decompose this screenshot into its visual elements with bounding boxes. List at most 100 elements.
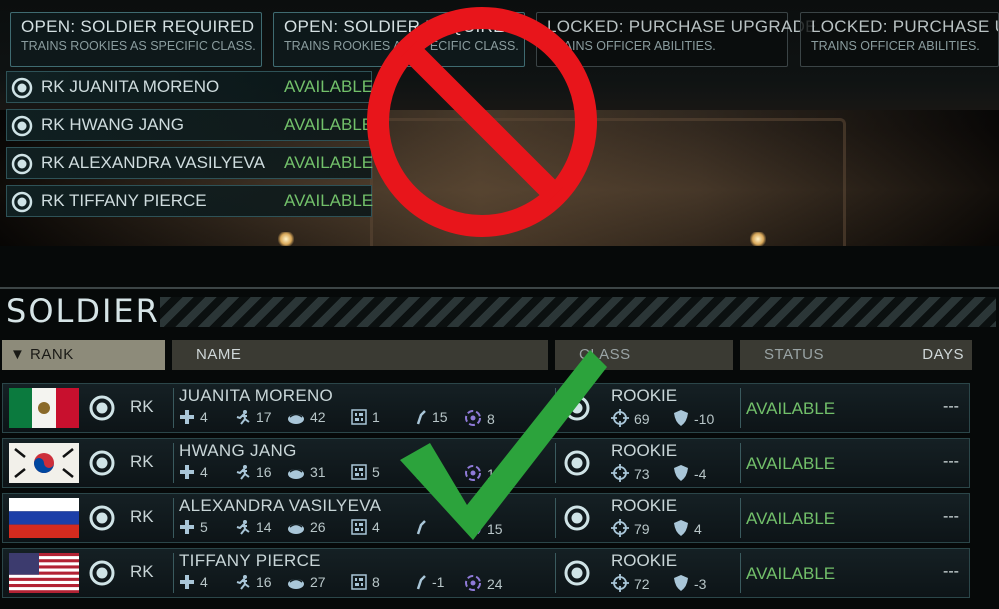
- soldiers-title: SOLDIERS: [6, 292, 183, 330]
- soldier-picker-name: RK HWANG JANG: [41, 115, 184, 134]
- hack-icon: [351, 464, 372, 480]
- soldier-name: HWANG JANG: [179, 441, 297, 460]
- rookie-rank-icon: [88, 504, 116, 537]
- hack-stat: 8: [351, 574, 380, 590]
- aim-value: 79: [634, 521, 650, 537]
- column-divider: [740, 443, 741, 483]
- will-icon: [287, 464, 310, 480]
- aim-stat: 73: [611, 464, 650, 482]
- soldier-picker-item[interactable]: RK HWANG JANG AVAILABLE: [6, 109, 374, 141]
- rookie-class-icon: [563, 559, 591, 592]
- medkit-icon: [179, 464, 200, 480]
- column-divider: [173, 443, 174, 483]
- aim-stat: 79: [611, 519, 650, 537]
- hack-icon: [351, 574, 372, 590]
- check-mark-icon: [400, 350, 607, 540]
- panel-divider: [0, 287, 999, 289]
- aim-value: 73: [634, 466, 650, 482]
- rookie-rank-icon: [88, 449, 116, 482]
- sort-status-header[interactable]: STATUS DAYS: [740, 340, 972, 370]
- psi-value: 24: [487, 576, 503, 592]
- mobility-icon: [235, 574, 256, 590]
- aim-stat: 72: [611, 574, 650, 592]
- upgrade-slot-title: LOCKED: PURCHASE UPGRADE: [811, 17, 998, 36]
- heal-value: 4: [200, 409, 208, 425]
- soldier-days: ---: [943, 398, 959, 415]
- soldier-picker-status: AVAILABLE: [284, 115, 374, 134]
- column-divider: [740, 498, 741, 538]
- will-stat: 31: [287, 464, 326, 480]
- psi-stat: 24: [464, 574, 503, 592]
- upgrade-slot-4[interactable]: LOCKED: PURCHASE UPGRADE TRAINS OFFICER …: [800, 12, 999, 67]
- usa-flag: [9, 553, 79, 593]
- soldier-picker-item[interactable]: RK JUANITA MORENO AVAILABLE: [6, 71, 373, 103]
- soldier-picker-status: AVAILABLE: [284, 153, 374, 172]
- mobility-value: 16: [256, 464, 272, 480]
- will-stat: 42: [287, 409, 326, 425]
- heal-stat: 4: [179, 464, 208, 480]
- psi-icon: [464, 575, 487, 592]
- upgrade-slot-1[interactable]: OPEN: SOLDIER REQUIRED TRAINS ROOKIES AS…: [10, 12, 262, 67]
- hack-value: 1: [372, 409, 380, 425]
- rookie-rank-icon: [88, 559, 116, 592]
- days-header-label: DAYS: [922, 346, 964, 363]
- defense-stat: -3: [673, 574, 706, 592]
- mobility-icon: [235, 519, 256, 535]
- soldier-picker-item[interactable]: RK TIFFANY PIERCE AVAILABLE: [6, 185, 374, 217]
- aim-stat: 69: [611, 409, 650, 427]
- soldier-class: ROOKIE: [611, 551, 678, 570]
- soldier-name: TIFFANY PIERCE: [179, 551, 321, 570]
- medkit-icon: [179, 519, 200, 535]
- heal-stat: 4: [179, 574, 208, 590]
- aim-icon: [611, 409, 634, 427]
- ceiling-light: [750, 232, 766, 246]
- defense-stat: -10: [673, 409, 714, 427]
- medkit-icon: [179, 574, 200, 590]
- heal-value: 4: [200, 464, 208, 480]
- shield-icon: [673, 520, 694, 537]
- shield-icon: [673, 410, 694, 427]
- aim-value: 72: [634, 576, 650, 592]
- upgrade-slot-subtitle: TRAINS OFFICER ABILITIES.: [811, 39, 980, 53]
- aim-value: 69: [634, 411, 650, 427]
- will-value: 42: [310, 409, 326, 425]
- will-value: 26: [310, 519, 326, 535]
- defense-value: -4: [694, 466, 707, 482]
- soldier-picker-status: AVAILABLE: [284, 191, 374, 210]
- soldier-days: ---: [943, 563, 959, 580]
- soldier-picker-name: RK TIFFANY PIERCE: [41, 191, 207, 210]
- soldier-name: ALEXANDRA VASILYEVA: [179, 496, 382, 515]
- will-value: 31: [310, 464, 326, 480]
- rookie-rank-icon: [11, 115, 33, 137]
- soldier-rank: RK: [130, 452, 154, 471]
- aim-icon: [611, 574, 634, 592]
- dodge-value: -1: [432, 574, 445, 590]
- column-divider: [740, 553, 741, 593]
- mobility-stat: 17: [235, 409, 272, 425]
- rookie-rank-icon: [11, 153, 33, 175]
- upgrade-slot-subtitle: TRAINS ROOKIES AS SPECIFIC CLASS.: [21, 39, 256, 53]
- soldier-status: AVAILABLE: [746, 454, 836, 473]
- defense-stat: -4: [673, 464, 706, 482]
- hack-value: 5: [372, 464, 380, 480]
- rookie-rank-icon: [11, 191, 33, 213]
- rookie-rank-icon: [88, 394, 116, 427]
- mobility-stat: 14: [235, 519, 272, 535]
- soldier-row[interactable]: RK TIFFANY PIERCE 4 16 27 8 -1 24 ROOKIE 72 -3 AVAI…: [2, 548, 970, 598]
- will-value: 27: [310, 574, 326, 590]
- will-icon: [287, 574, 310, 590]
- soldier-picker-item[interactable]: RK ALEXANDRA VASILYEVA AVAILABLE: [6, 147, 374, 179]
- south-korea-flag: [9, 443, 79, 483]
- name-header-label: NAME: [196, 346, 242, 363]
- soldier-class: ROOKIE: [611, 441, 678, 460]
- rookie-rank-icon: [11, 77, 33, 99]
- defense-value: 4: [694, 521, 702, 537]
- hack-icon: [351, 519, 372, 535]
- heal-stat: 4: [179, 409, 208, 425]
- mobility-value: 14: [256, 519, 272, 535]
- title-hatch-decoration: [160, 297, 996, 327]
- soldier-rank: RK: [130, 507, 154, 526]
- heal-value: 5: [200, 519, 208, 535]
- soldier-status: AVAILABLE: [746, 399, 836, 418]
- sort-rank-header[interactable]: ▼ RANK: [2, 340, 165, 370]
